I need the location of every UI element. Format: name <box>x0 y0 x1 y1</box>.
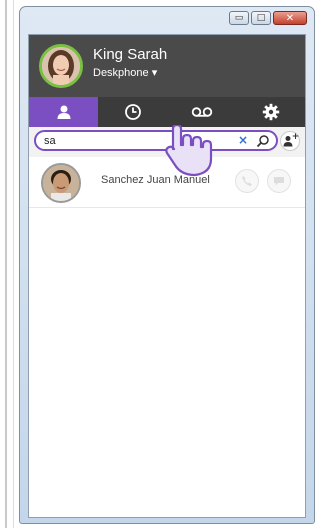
device-selector[interactable]: Deskphone ▾ <box>93 66 157 79</box>
user-avatar[interactable] <box>39 44 83 88</box>
window-controls: ▭ □ ✕ <box>227 11 307 25</box>
tab-contacts[interactable] <box>29 97 98 127</box>
phone-icon <box>242 176 252 186</box>
maximize-icon: □ <box>256 13 266 23</box>
chat-icon <box>274 177 284 186</box>
add-contact-button[interactable]: + <box>280 131 300 151</box>
tab-history[interactable] <box>98 97 167 127</box>
close-icon: ✕ <box>285 12 295 24</box>
close-button[interactable]: ✕ <box>273 11 307 25</box>
app-client-area: King Sarah Deskphone ▾ sa × + Sanchez Ju… <box>28 34 306 518</box>
user-avatar-image <box>42 47 80 85</box>
minimize-button[interactable]: ▭ <box>229 11 249 25</box>
voicemail-icon <box>191 107 212 117</box>
contact-avatar <box>41 163 81 203</box>
plus-icon: + <box>291 132 300 142</box>
search-box: × <box>34 130 278 151</box>
left-edge <box>5 0 7 528</box>
gear-icon <box>262 103 279 121</box>
minimize-icon: ▭ <box>234 13 244 23</box>
person-icon <box>57 105 70 119</box>
chat-button[interactable] <box>267 169 291 193</box>
tab-voicemail[interactable] <box>167 97 236 127</box>
clock-icon <box>124 104 141 120</box>
tab-bar <box>29 97 305 127</box>
contact-avatar-image <box>43 165 79 201</box>
user-header: King Sarah Deskphone ▾ <box>29 35 305 97</box>
left-edge-inner <box>13 0 14 528</box>
user-name: King Sarah <box>93 46 168 63</box>
clear-search-icon[interactable]: × <box>238 133 248 147</box>
call-button[interactable] <box>235 169 259 193</box>
tab-settings[interactable] <box>236 97 305 127</box>
search-icon[interactable] <box>256 133 270 152</box>
app-window: ▭ □ ✕ King Sarah Deskphone ▾ sa × + Sanc… <box>19 6 315 524</box>
maximize-button[interactable]: □ <box>251 11 271 25</box>
hand-cursor-icon <box>163 123 219 181</box>
